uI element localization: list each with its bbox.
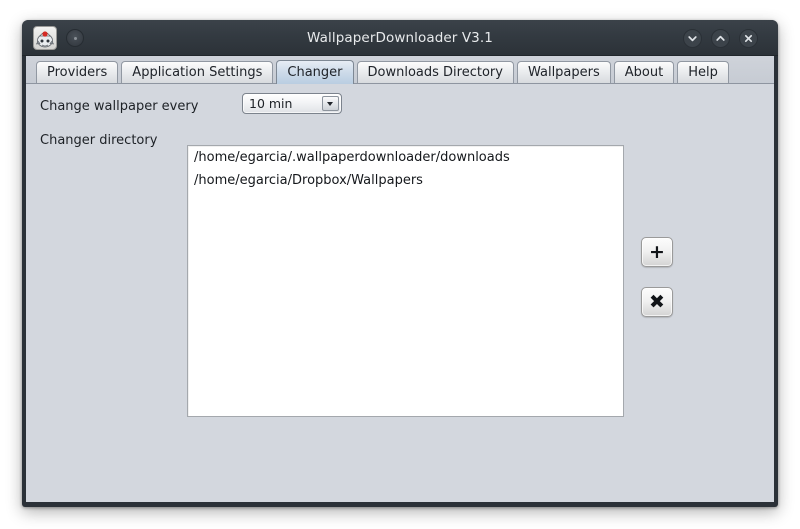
duke-app-icon[interactable] — [33, 26, 57, 50]
tab-help[interactable]: Help — [677, 61, 729, 84]
tab-downloads-directory[interactable]: Downloads Directory — [356, 61, 514, 84]
tab-changer[interactable]: Changer — [276, 60, 354, 84]
tab-wallpapers[interactable]: Wallpapers — [516, 61, 611, 84]
window-title: WallpaperDownloader V3.1 — [307, 30, 493, 46]
plus-icon: + — [649, 240, 665, 263]
tab-application-settings[interactable]: Application Settings — [121, 61, 274, 84]
close-button[interactable] — [739, 29, 758, 48]
tab-providers[interactable]: Providers — [36, 61, 119, 84]
remove-directory-button[interactable]: ✖ — [641, 287, 673, 317]
changer-directory-list[interactable]: /home/egarcia/.wallpaperdownloader/downl… — [187, 145, 624, 417]
chevron-up-icon — [716, 35, 725, 41]
changer-panel: Change wallpaper every 10 min Changer di… — [26, 83, 774, 502]
list-item[interactable]: /home/egarcia/.wallpaperdownloader/downl… — [188, 146, 623, 169]
change-interval-label: Change wallpaper every — [40, 99, 199, 114]
desktop-background: WallpaperDownloader V3.1 Providers Appli… — [0, 0, 800, 529]
minimize-button[interactable] — [683, 29, 702, 48]
add-directory-button[interactable]: + — [641, 237, 673, 267]
client-area: Providers Application Settings Changer D… — [26, 56, 774, 502]
maximize-button[interactable] — [711, 29, 730, 48]
tab-list: Providers Application Settings Changer D… — [36, 60, 729, 84]
title-bar[interactable]: WallpaperDownloader V3.1 — [22, 20, 778, 56]
tab-about[interactable]: About — [613, 61, 675, 84]
application-window: WallpaperDownloader V3.1 Providers Appli… — [22, 20, 778, 507]
change-interval-value: 10 min — [249, 96, 293, 111]
tab-strip: Providers Application Settings Changer D… — [26, 56, 774, 84]
window-menu-button[interactable] — [66, 29, 84, 47]
duke-app-icon-glyph — [35, 31, 55, 48]
chevron-down-icon — [688, 36, 697, 42]
change-interval-select[interactable]: 10 min — [242, 93, 342, 114]
changer-directory-label: Changer directory — [40, 133, 158, 148]
close-icon — [744, 34, 753, 43]
chevron-down-icon[interactable] — [322, 96, 339, 111]
list-item[interactable]: /home/egarcia/Dropbox/Wallpapers — [188, 169, 623, 192]
cross-icon: ✖ — [649, 290, 665, 313]
